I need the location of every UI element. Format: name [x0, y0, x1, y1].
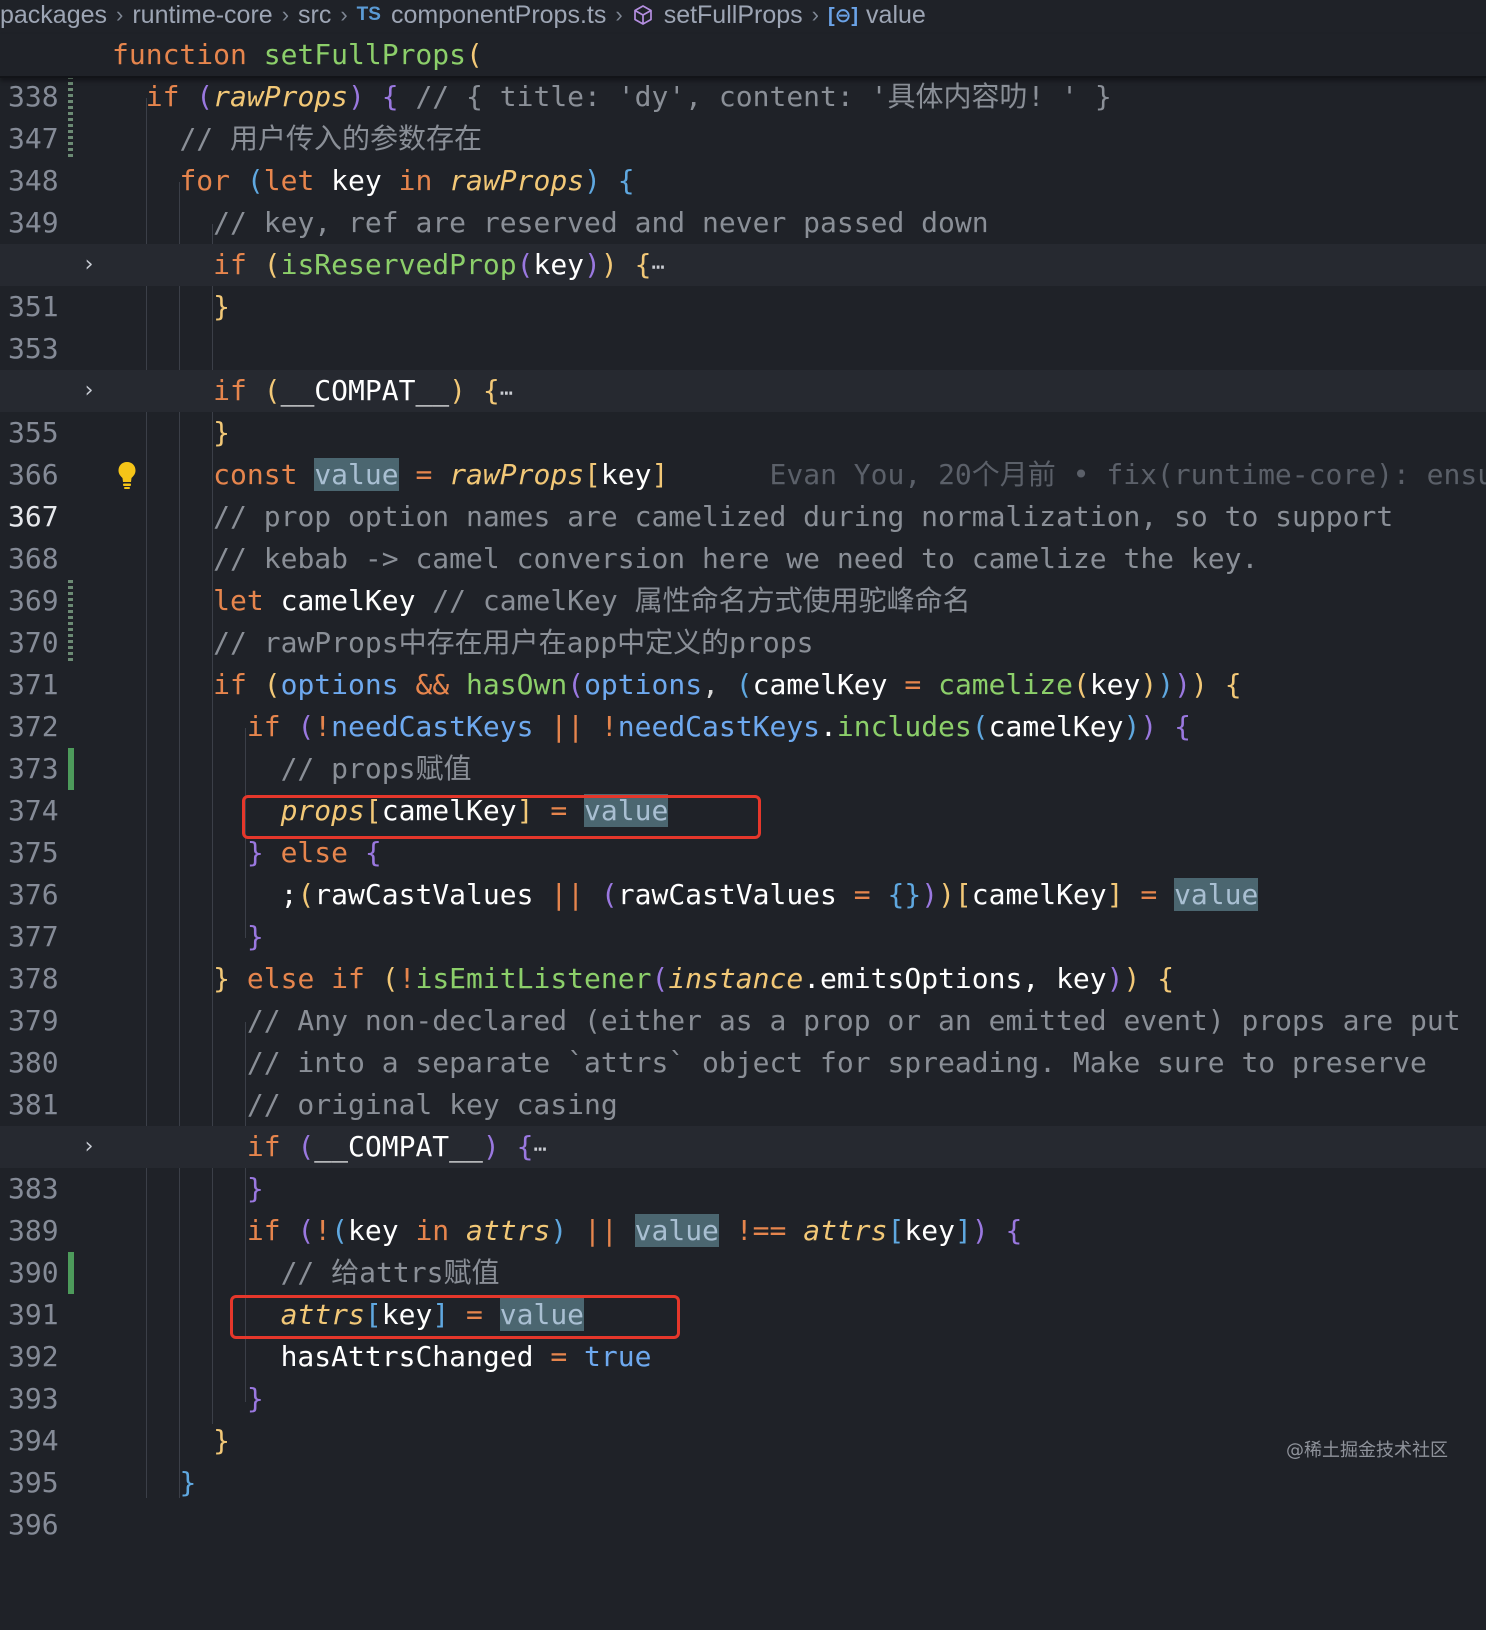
code-text: // kebab -> camel conversion here we nee…	[112, 538, 1258, 580]
chevron-right-icon: ›	[615, 2, 622, 28]
code-text: if (!(key in attrs) || value !== attrs[k…	[112, 1210, 1022, 1252]
annotation-box-attrs-assign	[230, 1295, 680, 1339]
code-line[interactable]: 378 }	[0, 916, 1486, 958]
code-text: } else if (!isEmitListener(instance.emit…	[112, 958, 1174, 1000]
code-text: function setFullProps(	[112, 34, 483, 76]
code-line[interactable]: 371 // rawProps中存在用户在app中定义的props	[0, 622, 1486, 664]
fold-arrow-icon[interactable]: ›	[78, 1126, 100, 1168]
code-text: }	[112, 286, 230, 328]
fold-arrow-icon[interactable]: ›	[78, 244, 100, 286]
breadcrumb-packages[interactable]: packages	[0, 1, 107, 30]
code-line[interactable]: 349 for (let key in rawProps) {	[0, 160, 1486, 202]
code-line[interactable]: 377 ;(rawCastValues || (rawCastValues = …	[0, 874, 1486, 916]
code-line[interactable]: 372 if (options && hasOwn(options, (came…	[0, 664, 1486, 706]
code-line[interactable]: 379 } else if (!isEmitListener(instance.…	[0, 958, 1486, 1000]
code-text: if (options && hasOwn(options, (camelKey…	[112, 664, 1242, 706]
gutter-change-marker	[68, 1252, 74, 1294]
code-line[interactable]: 389 }	[0, 1168, 1486, 1210]
code-line[interactable]: 383 › if (__COMPAT__) {⋯	[0, 1126, 1486, 1168]
code-text: const value = rawProps[key] Evan You, 20…	[112, 454, 1486, 496]
code-text: ;(rawCastValues || (rawCastValues = {}))…	[112, 874, 1258, 916]
code-line[interactable]: 347 if (rawProps) { // { title: 'dy', co…	[0, 76, 1486, 118]
code-line[interactable]: 391 // 给attrs赋值	[0, 1252, 1486, 1294]
gutter-change-marker	[68, 580, 73, 622]
code-editor[interactable]: 338 function setFullProps( 347 if (rawPr…	[0, 34, 1486, 1498]
code-line[interactable]: 355 › if (__COMPAT__) {⋯	[0, 370, 1486, 412]
code-text: let camelKey // camelKey 属性命名方式使用驼峰命名	[112, 580, 971, 622]
code-line[interactable]: 394 }	[0, 1378, 1486, 1420]
gutter-change-marker	[68, 622, 73, 664]
code-line[interactable]: 368 // prop option names are camelized d…	[0, 496, 1486, 538]
code-text: // 用户传入的参数存在	[112, 118, 482, 160]
code-line[interactable]: 353 }	[0, 286, 1486, 328]
code-line[interactable]: 393 hasAttrsChanged = true	[0, 1336, 1486, 1378]
code-line[interactable]: 374 // props赋值	[0, 748, 1486, 790]
gutter-change-marker	[68, 76, 73, 118]
method-cube-icon	[632, 4, 654, 26]
code-text: if (__COMPAT__) {⋯	[112, 370, 513, 415]
code-text: // Any non-declared (either as a prop or…	[112, 1000, 1461, 1042]
code-line[interactable]: 390 if (!(key in attrs) || value !== att…	[0, 1210, 1486, 1252]
code-text: // key, ref are reserved and never passe…	[112, 202, 989, 244]
code-text: // into a separate `attrs` object for sp…	[112, 1042, 1427, 1084]
variable-icon: [⊖]	[828, 3, 858, 28]
watermark: @稀土掘金技术社区	[1286, 1436, 1448, 1462]
annotation-box-props-assign	[242, 795, 761, 839]
breadcrumb-file[interactable]: componentProps.ts	[391, 1, 606, 30]
fold-arrow-icon[interactable]: ›	[78, 370, 100, 412]
code-line[interactable]: 380 // Any non-declared (either as a pro…	[0, 1000, 1486, 1042]
code-line[interactable]: 366 }	[0, 412, 1486, 454]
code-line[interactable]: 348 // 用户传入的参数存在	[0, 118, 1486, 160]
breadcrumb-method[interactable]: setFullProps	[664, 1, 803, 30]
chevron-right-icon: ›	[282, 2, 289, 28]
code-text: if (__COMPAT__) {⋯	[112, 1126, 547, 1171]
code-line[interactable]: 354	[0, 328, 1486, 370]
code-text: for (let key in rawProps) {	[112, 160, 635, 202]
code-text: // props赋值	[112, 748, 471, 790]
code-text: if (rawProps) { // { title: 'dy', conten…	[112, 76, 1112, 118]
code-text: }	[112, 1420, 230, 1462]
code-text: if (!needCastKeys || !needCastKeys.inclu…	[112, 706, 1191, 748]
gutter-change-marker	[68, 118, 73, 160]
git-blame-annotation: Evan You, 20个月前 • fix(runtime-core): ens…	[770, 458, 1486, 491]
code-text: // rawProps中存在用户在app中定义的props	[112, 622, 813, 664]
code-line[interactable]: 395 }	[0, 1420, 1486, 1462]
code-text: }	[112, 1168, 264, 1210]
gutter-change-marker	[68, 748, 74, 790]
line-number: 338	[8, 76, 68, 118]
line-number: 396	[8, 1504, 68, 1546]
code-text: // 给attrs赋值	[112, 1252, 499, 1294]
code-line[interactable]: 381 // into a separate `attrs` object fo…	[0, 1042, 1486, 1084]
code-text: }	[112, 1378, 264, 1420]
code-line[interactable]: 370 let camelKey // camelKey 属性命名方式使用驼峰命…	[0, 580, 1486, 622]
code-text: hasAttrsChanged = true	[112, 1336, 651, 1378]
breadcrumb-src[interactable]: src	[298, 1, 331, 30]
chevron-right-icon: ›	[812, 2, 819, 28]
code-line[interactable]: 351 › if (isReservedProp(key)) {⋯	[0, 244, 1486, 286]
code-text: }	[112, 412, 230, 454]
code-line-current[interactable]: 367 const value = rawProps[key] Evan You…	[0, 454, 1486, 496]
code-text: if (isReservedProp(key)) {⋯	[112, 244, 665, 289]
code-line[interactable]: 350 // key, ref are reserved and never p…	[0, 202, 1486, 244]
code-line[interactable]: 373 if (!needCastKeys || !needCastKeys.i…	[0, 706, 1486, 748]
code-line[interactable]: 392 attrs[key] = value	[0, 1294, 1486, 1336]
code-text: }	[112, 916, 264, 958]
breadcrumb: packages › runtime-core › src › TS compo…	[0, 0, 1486, 30]
code-text: // original key casing	[112, 1084, 618, 1126]
breadcrumb-symbol[interactable]: value	[866, 1, 926, 30]
code-text: // prop option names are camelized durin…	[112, 496, 1393, 538]
code-line[interactable]: 382 // original key casing	[0, 1084, 1486, 1126]
code-line[interactable]: 369 // kebab -> camel conversion here we…	[0, 538, 1486, 580]
code-line[interactable]: 338 function setFullProps(	[0, 34, 1486, 78]
chevron-right-icon: ›	[116, 2, 123, 28]
typescript-file-icon: TS	[357, 4, 381, 26]
breadcrumb-runtime-core[interactable]: runtime-core	[132, 1, 272, 30]
chevron-right-icon: ›	[340, 2, 347, 28]
